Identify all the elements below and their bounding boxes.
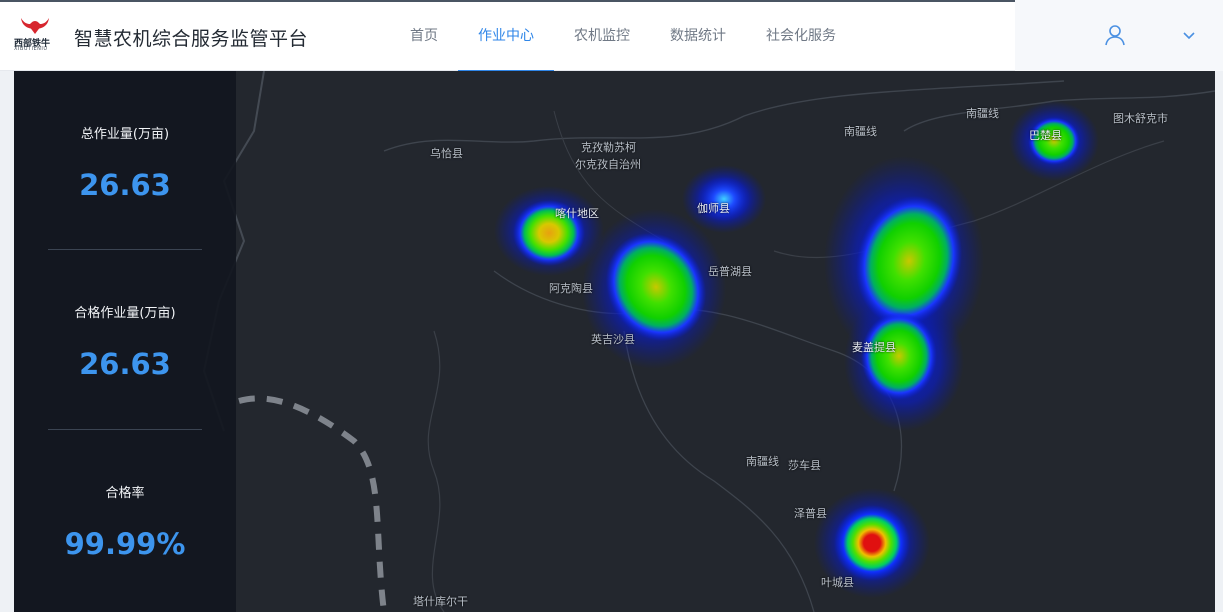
nav-home[interactable]: 首页 [390, 0, 458, 71]
stat-pass-rate-label: 合格率 [105, 486, 145, 501]
map-label-nanjiang-line-2: 南疆线 [966, 107, 999, 120]
map-label-yuepuhu: 岳普湖县 [708, 265, 752, 278]
nav-work-center[interactable]: 作业中心 [458, 0, 554, 72]
app-title: 智慧农机综合服务监管平台 [74, 28, 309, 50]
map-label-nanjiang-line-3: 南疆线 [746, 455, 779, 468]
nav-social-service-label: 社会化服务 [766, 28, 836, 44]
map-label-kezhou-1: 克孜勒苏柯 [581, 141, 636, 154]
map-label-maigaiti: 麦盖提县 [852, 341, 896, 354]
map-label-jiashi: 伽师县 [697, 202, 730, 215]
stat-qualified-work-label: 合格作业量(万亩) [74, 306, 176, 321]
main-nav: 首页 作业中心 农机监控 数据统计 社会化服务 [390, 0, 856, 72]
map-label-taxkorgan: 塔什库尔干 [413, 595, 468, 608]
stat-total-work-value: 26.63 [79, 168, 171, 202]
map-label-nanjiang-line-1: 南疆线 [844, 125, 877, 138]
map-label-bachu: 巴楚县 [1029, 129, 1062, 142]
map-label-tumxuk: 图木舒克市 [1113, 112, 1168, 125]
map-label-yecheng: 叶城县 [821, 576, 854, 589]
nav-machinery-monitor[interactable]: 农机监控 [554, 0, 650, 71]
map-label-wuqia: 乌恰县 [430, 147, 463, 160]
map-label-yingjisha: 英吉沙县 [591, 333, 635, 346]
stat-qualified-work: 合格作业量(万亩) 26.63 [48, 302, 202, 381]
map-label-kashi: 喀什地区 [555, 207, 599, 220]
nav-social-service[interactable]: 社会化服务 [746, 0, 856, 71]
stat-qualified-work-value: 26.63 [79, 347, 171, 381]
stat-total-work-label: 总作业量(万亩) [80, 127, 170, 142]
map-label-shache: 莎车县 [788, 459, 821, 472]
logo-subtext: XIBUTIENIU [14, 46, 48, 52]
user-icon[interactable] [1104, 24, 1126, 46]
stats-panel: 总作业量(万亩) 26.63 合格作业量(万亩) 26.63 合格率 99.99… [14, 71, 236, 612]
stat-divider [48, 429, 202, 430]
stat-total-work: 总作业量(万亩) 26.63 [48, 123, 202, 202]
stat-divider [48, 249, 202, 250]
nav-machinery-monitor-label: 农机监控 [574, 28, 630, 44]
nav-data-statistics-label: 数据统计 [670, 28, 726, 44]
top-header: 西部铁牛 XIBUTIENIU 智慧农机综合服务监管平台 首页 作业中心 农机监… [0, 0, 1223, 72]
map-label-kezhou-2: 尔克孜自治州 [575, 158, 641, 171]
map-label-zepu: 泽普县 [794, 507, 827, 520]
chevron-down-icon[interactable] [1182, 31, 1196, 41]
map-label-akto: 阿克陶县 [549, 282, 593, 295]
nav-home-label: 首页 [410, 28, 438, 44]
nav-work-center-label: 作业中心 [478, 28, 534, 44]
stat-pass-rate-value: 99.99% [64, 527, 186, 561]
stat-pass-rate: 合格率 99.99% [48, 482, 202, 561]
nav-data-statistics[interactable]: 数据统计 [650, 0, 746, 71]
